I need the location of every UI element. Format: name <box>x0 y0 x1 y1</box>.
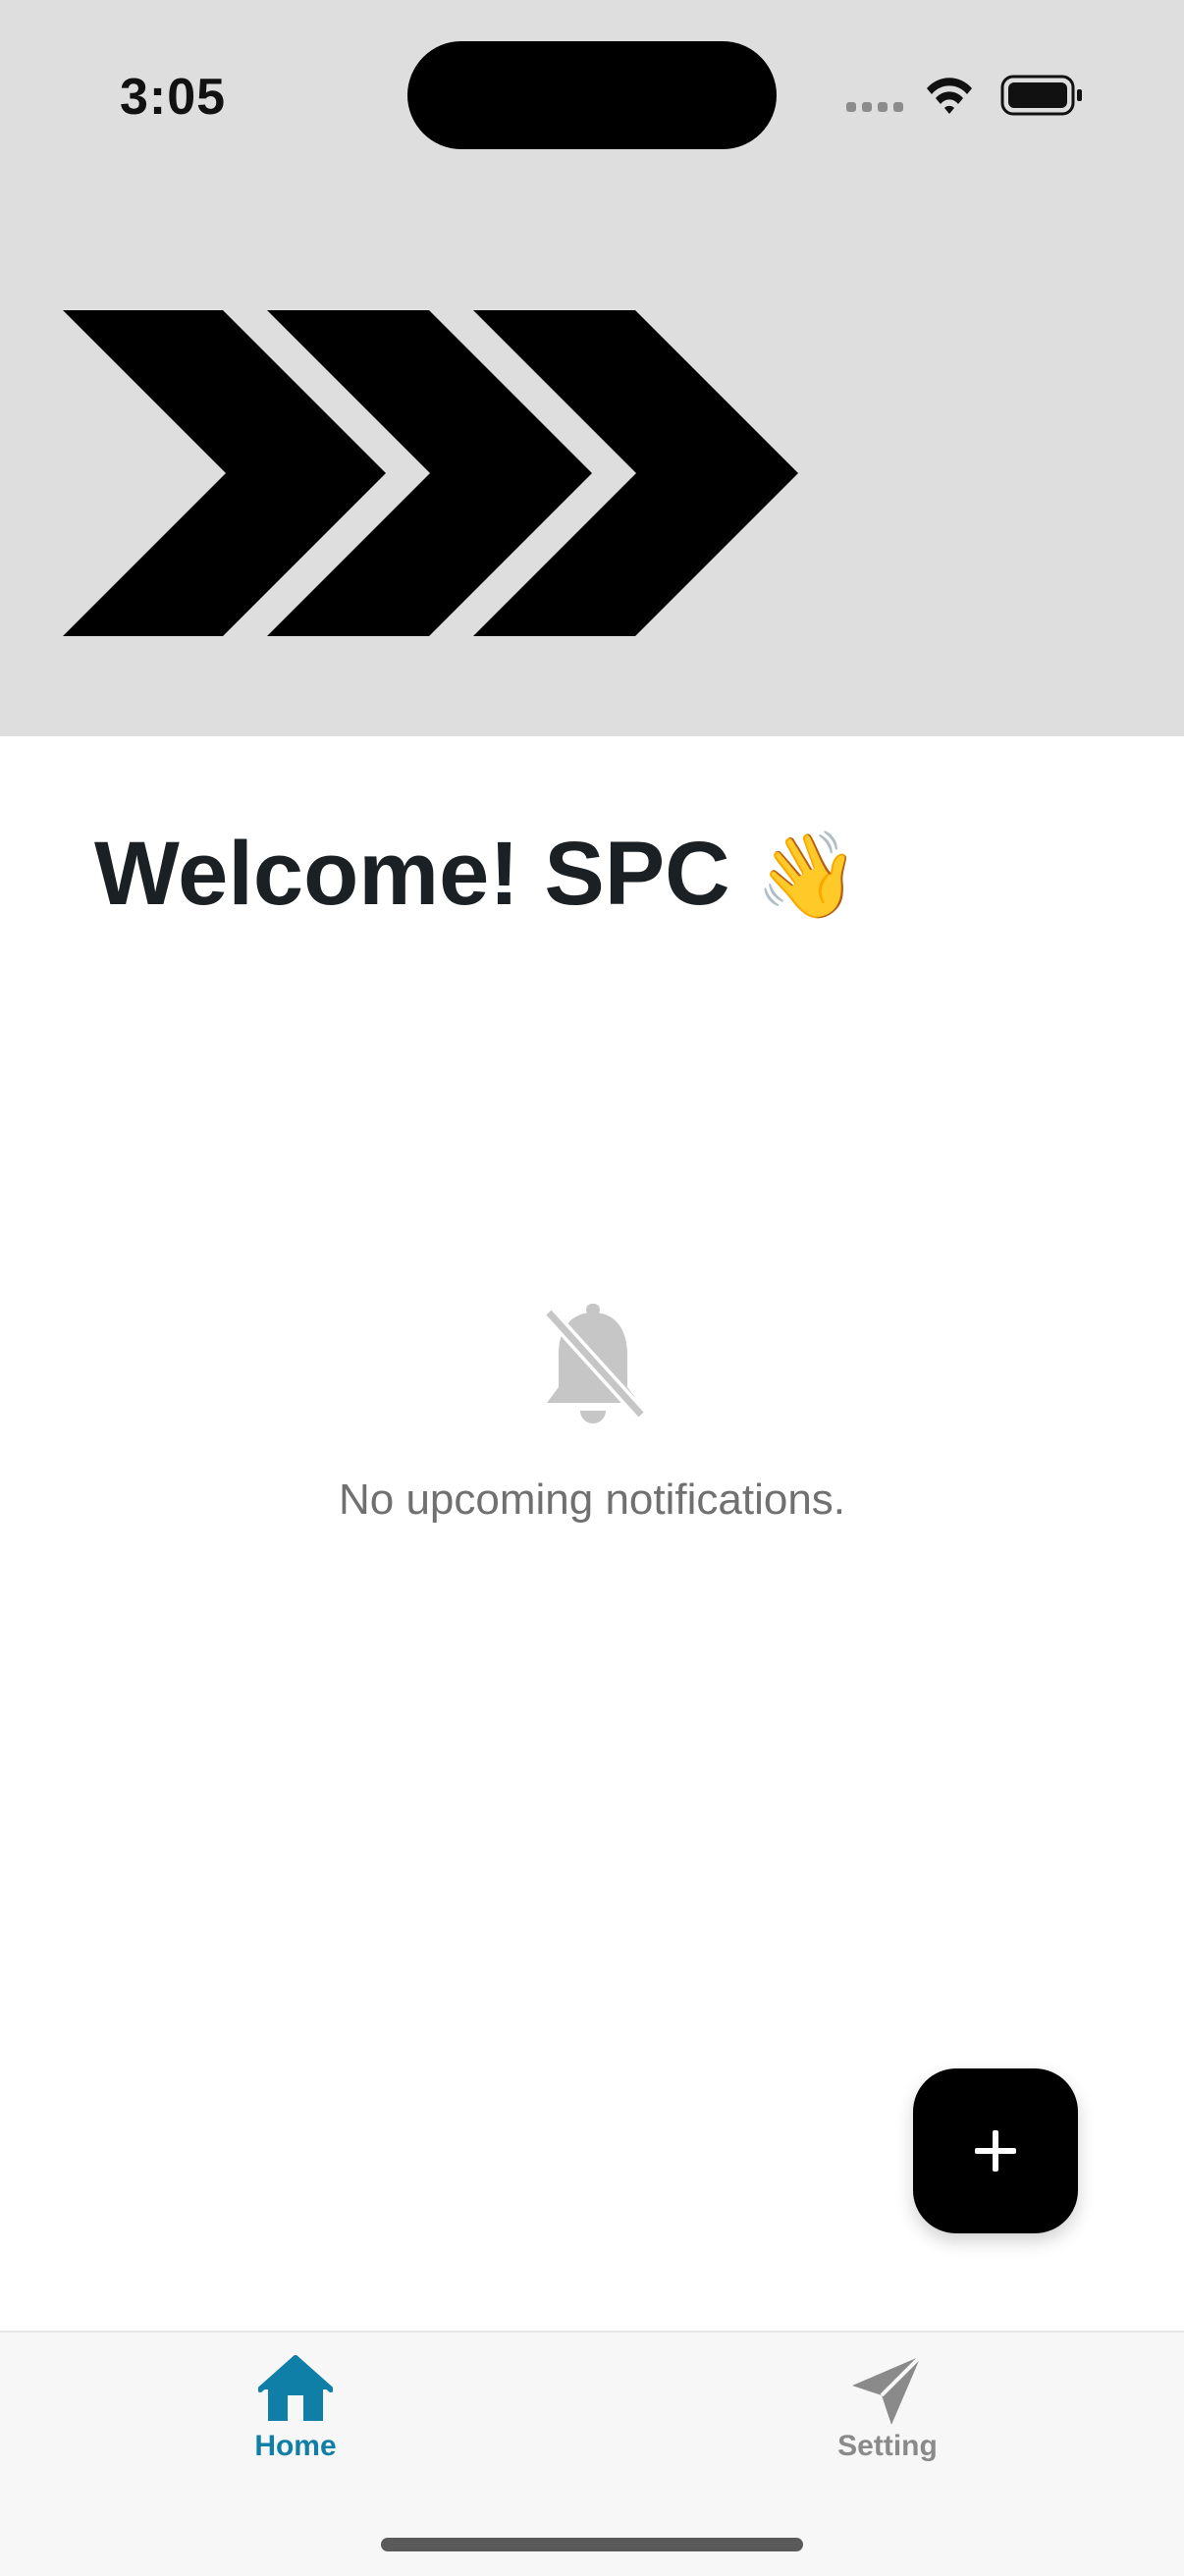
tab-setting[interactable]: Setting <box>740 2333 1035 2480</box>
status-icons <box>846 71 1082 120</box>
empty-state-message: No upcoming notifications. <box>338 1476 846 1524</box>
triple-chevron-logo <box>63 310 799 636</box>
battery-icon <box>1000 75 1082 116</box>
welcome-text: Welcome! SPC <box>94 824 730 924</box>
home-icon <box>258 2355 333 2421</box>
tab-setting-label: Setting <box>837 2430 938 2462</box>
home-indicator[interactable] <box>381 2538 803 2551</box>
add-button[interactable] <box>913 2068 1078 2233</box>
dynamic-island <box>407 41 777 149</box>
plus-icon <box>975 2130 1016 2172</box>
status-time: 3:05 <box>120 69 227 126</box>
waving-hand-emoji: 👋 <box>755 829 861 923</box>
bell-off-icon <box>539 1301 647 1428</box>
tab-home-label: Home <box>254 2430 337 2462</box>
header-banner: 3:05 <box>0 0 1184 736</box>
cellular-signal-icon <box>846 102 903 112</box>
tab-home[interactable]: Home <box>148 2333 443 2480</box>
wifi-icon <box>927 78 972 114</box>
page-title: Welcome! SPC 👋 <box>94 815 1125 933</box>
send-icon <box>852 2354 923 2425</box>
